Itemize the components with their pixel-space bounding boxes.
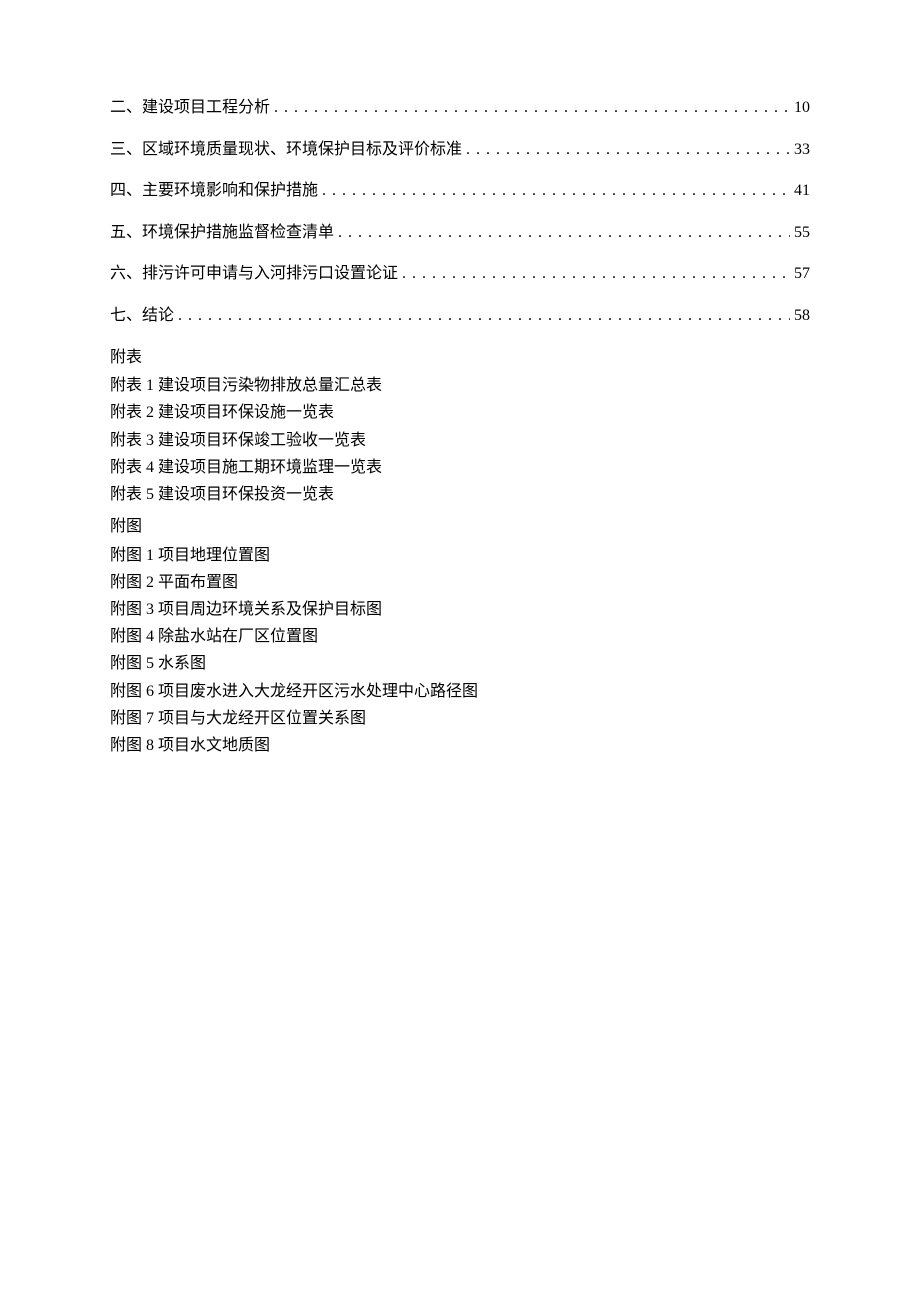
toc-dots — [338, 220, 790, 246]
appendix-figures-section: 附图 附图 1 项目地理位置图 附图 2 平面布置图 附图 3 项目周边环境关系… — [110, 514, 810, 759]
appendix-tables-heading: 附表 — [110, 345, 810, 371]
toc-page: 55 — [794, 220, 810, 246]
toc-dots — [466, 137, 790, 163]
toc-title: 七、结论 — [110, 303, 174, 329]
appendix-figure-item: 附图 8 项目水文地质图 — [110, 732, 810, 759]
toc-page: 10 — [794, 95, 810, 121]
appendix-table-item: 附表 4 建设项目施工期环境监理一览表 — [110, 454, 810, 481]
toc-dots — [178, 303, 790, 329]
toc-entry: 七、结论 58 — [110, 303, 810, 329]
toc-entry: 五、环境保护措施监督检查清单 55 — [110, 220, 810, 246]
appendix-figure-item: 附图 7 项目与大龙经开区位置关系图 — [110, 705, 810, 732]
toc-dots — [322, 178, 790, 204]
toc-entry: 三、区域环境质量现状、环境保护目标及评价标准 33 — [110, 137, 810, 163]
toc-page: 41 — [794, 178, 810, 204]
toc-page: 57 — [794, 261, 810, 287]
toc-dots — [402, 261, 790, 287]
toc-entry: 六、排污许可申请与入河排污口设置论证 57 — [110, 261, 810, 287]
appendix-figure-item: 附图 1 项目地理位置图 — [110, 542, 810, 569]
appendix-table-item: 附表 2 建设项目环保设施一览表 — [110, 399, 810, 426]
toc-title: 六、排污许可申请与入河排污口设置论证 — [110, 261, 398, 287]
toc-page: 33 — [794, 137, 810, 163]
appendix-figure-item: 附图 3 项目周边环境关系及保护目标图 — [110, 596, 810, 623]
toc-title: 三、区域环境质量现状、环境保护目标及评价标准 — [110, 137, 462, 163]
toc-dots — [274, 95, 790, 121]
appendix-figure-item: 附图 4 除盐水站在厂区位置图 — [110, 623, 810, 650]
toc-title: 五、环境保护措施监督检查清单 — [110, 220, 334, 246]
toc-page: 58 — [794, 303, 810, 329]
table-of-contents: 二、建设项目工程分析 10 三、区域环境质量现状、环境保护目标及评价标准 33 … — [110, 95, 810, 329]
toc-entry: 二、建设项目工程分析 10 — [110, 95, 810, 121]
toc-title: 四、主要环境影响和保护措施 — [110, 178, 318, 204]
appendix-table-item: 附表 3 建设项目环保竣工验收一览表 — [110, 427, 810, 454]
appendix-figures-heading: 附图 — [110, 514, 810, 540]
appendix-figure-item: 附图 2 平面布置图 — [110, 569, 810, 596]
appendix-table-item: 附表 1 建设项目污染物排放总量汇总表 — [110, 372, 810, 399]
appendix-figure-item: 附图 5 水系图 — [110, 650, 810, 677]
appendix-tables-section: 附表 附表 1 建设项目污染物排放总量汇总表 附表 2 建设项目环保设施一览表 … — [110, 345, 810, 509]
toc-title: 二、建设项目工程分析 — [110, 95, 270, 121]
appendix-figure-item: 附图 6 项目废水进入大龙经开区污水处理中心路径图 — [110, 678, 810, 705]
appendix-table-item: 附表 5 建设项目环保投资一览表 — [110, 481, 810, 508]
toc-entry: 四、主要环境影响和保护措施 41 — [110, 178, 810, 204]
